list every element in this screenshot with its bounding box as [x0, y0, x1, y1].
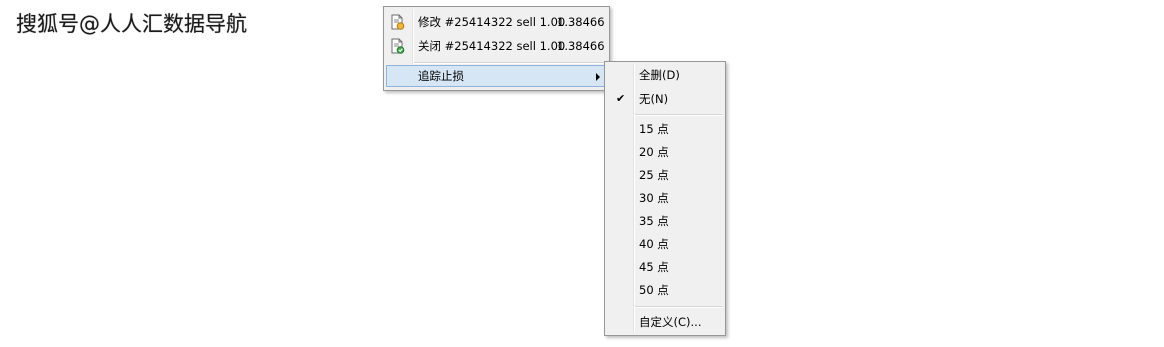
points-45-menu-item[interactable]: 45 点	[607, 256, 723, 278]
document-close-icon	[389, 38, 405, 54]
checkmark-icon: ✔	[616, 92, 626, 105]
close-order-price: 1.38466	[557, 39, 605, 53]
points-label: 40 点	[639, 237, 669, 251]
delete-all-menu-item[interactable]: 全删(D)	[607, 64, 723, 86]
close-order-label: 关闭 #25414322 sell 1.00	[418, 39, 566, 53]
points-20-menu-item[interactable]: 20 点	[607, 141, 723, 163]
points-40-menu-item[interactable]: 40 点	[607, 233, 723, 255]
points-label: 30 点	[639, 191, 669, 205]
custom-label: 自定义(C)...	[639, 315, 702, 329]
menu-separator	[414, 62, 607, 64]
modify-order-label: 修改 #25414322 sell 1.00	[418, 15, 566, 29]
points-50-menu-item[interactable]: 50 点	[607, 279, 723, 301]
points-label: 15 点	[639, 122, 669, 136]
document-edit-icon	[389, 14, 405, 30]
trailing-stop-label: 追踪止损	[418, 69, 464, 83]
modify-order-menu-item[interactable]: 修改 #25414322 sell 1.00 1.38466	[386, 11, 607, 33]
submenu-arrow-icon	[596, 73, 600, 81]
points-15-menu-item[interactable]: 15 点	[607, 118, 723, 140]
points-25-menu-item[interactable]: 25 点	[607, 164, 723, 186]
points-30-menu-item[interactable]: 30 点	[607, 187, 723, 209]
delete-all-label: 全删(D)	[639, 68, 680, 82]
context-menu: 修改 #25414322 sell 1.00 1.38466 关闭 #25414…	[383, 6, 610, 91]
points-label: 45 点	[639, 260, 669, 274]
modify-order-price: 1.38466	[557, 15, 605, 29]
points-35-menu-item[interactable]: 35 点	[607, 210, 723, 232]
menu-separator	[635, 306, 723, 308]
points-label: 20 点	[639, 145, 669, 159]
none-label: 无(N)	[639, 92, 669, 106]
points-label: 25 点	[639, 168, 669, 182]
trailing-stop-menu-item[interactable]: 追踪止损	[386, 65, 607, 87]
custom-menu-item[interactable]: 自定义(C)...	[607, 311, 723, 333]
trailing-stop-submenu: 全删(D) ✔ 无(N) 15 点 20 点 25 点 30 点 35 点 40…	[604, 61, 726, 336]
points-label: 35 点	[639, 214, 669, 228]
points-label: 50 点	[639, 283, 669, 297]
menu-separator	[635, 114, 723, 116]
none-menu-item[interactable]: ✔ 无(N)	[607, 88, 723, 110]
close-order-menu-item[interactable]: 关闭 #25414322 sell 1.00 1.38466	[386, 35, 607, 57]
watermark-text: 搜狐号@人人汇数据导航	[16, 12, 247, 36]
